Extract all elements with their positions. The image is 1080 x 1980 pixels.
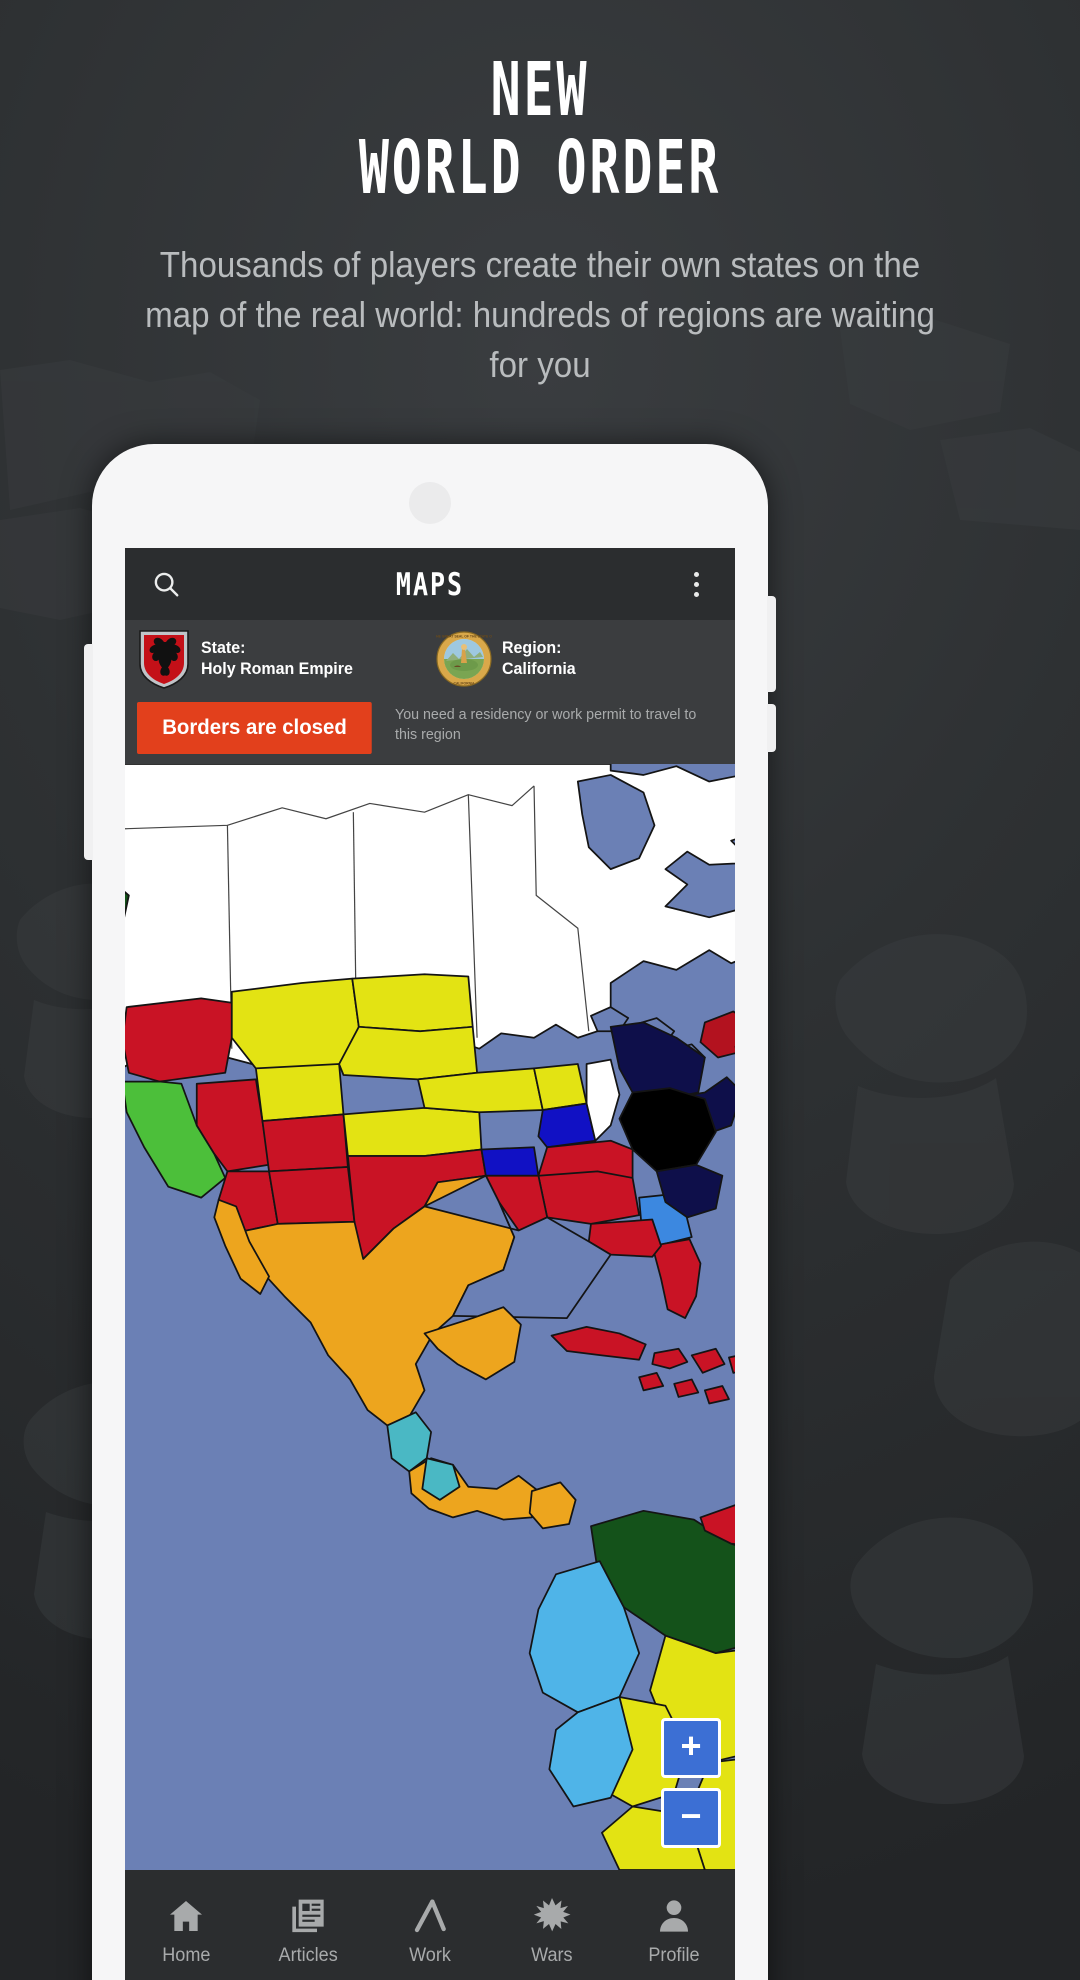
map-viewport[interactable]: + − <box>125 764 735 1870</box>
promo-headline: New World Order <box>0 48 1080 206</box>
nav-item-work[interactable]: Work <box>369 1891 491 1967</box>
promo-page: New World Order Thousands of players cre… <box>0 0 1080 1980</box>
app-screen: Maps <box>125 548 735 1980</box>
phone-power-button <box>767 704 776 752</box>
zoom-in-button[interactable]: + <box>661 1718 721 1778</box>
svg-text:CALIFORNIA: CALIFORNIA <box>454 682 475 686</box>
borders-closed-button[interactable]: Borders are closed <box>137 702 372 754</box>
territory-info-panel: State: Holy Roman Empire THE GREAT SEAL … <box>125 620 735 764</box>
zoom-out-button[interactable]: − <box>661 1788 721 1848</box>
phone-volume-button <box>767 596 776 692</box>
region-label: Region: <box>502 638 562 658</box>
phone-left-side-button <box>84 644 93 860</box>
permit-requirement-note: You need a residency or work permit to t… <box>395 706 697 743</box>
nav-label-work: Work <box>409 1945 451 1966</box>
map-zoom-controls: + − <box>661 1718 721 1848</box>
nav-label-profile: Profile <box>648 1945 700 1966</box>
starburst-icon <box>531 1895 573 1937</box>
headline-line-1: New <box>490 48 590 134</box>
world-map[interactable] <box>125 764 735 1870</box>
phone-camera-dot <box>409 482 451 524</box>
nav-item-profile[interactable]: Profile <box>613 1891 735 1967</box>
phone-mockup: Maps <box>84 444 776 1980</box>
holy-roman-empire-shield-icon <box>139 630 189 689</box>
promo-subtitle: Thousands of players create their own st… <box>145 244 935 385</box>
headline-line-2: World Order <box>358 126 722 212</box>
pickaxe-icon <box>409 1895 451 1937</box>
articles-icon <box>287 1895 329 1937</box>
nav-label-wars: Wars <box>531 1945 573 1966</box>
region-value: California <box>502 659 576 678</box>
person-icon <box>653 1895 695 1937</box>
bottom-navigation-bar: Home Articles Work Wars Profile <box>125 1870 735 1980</box>
svg-text:THE GREAT SEAL OF THE STATE OF: THE GREAT SEAL OF THE STATE OF <box>436 634 492 638</box>
nav-label-articles: Articles <box>278 1945 338 1966</box>
nav-item-home[interactable]: Home <box>125 1891 247 1967</box>
more-vertical-icon[interactable] <box>675 561 717 607</box>
region-info-text: Region: California <box>502 638 580 679</box>
borders-status-row: Borders are closed You need a residency … <box>125 690 735 754</box>
page-title: Maps <box>395 565 465 603</box>
territory-info-row: State: Holy Roman Empire THE GREAT SEAL … <box>125 628 735 690</box>
state-label: State: <box>201 638 246 658</box>
nav-label-home: Home <box>161 1945 211 1966</box>
california-state-seal-icon: THE GREAT SEAL OF THE STATE OF CALIFORNI… <box>436 631 492 687</box>
nav-item-wars[interactable]: Wars <box>491 1891 613 1967</box>
state-info-text: State: Holy Roman Empire <box>201 638 363 679</box>
nav-item-articles[interactable]: Articles <box>247 1891 369 1967</box>
app-bar: Maps <box>125 548 735 620</box>
search-icon[interactable] <box>143 561 189 607</box>
home-icon <box>165 1895 207 1937</box>
state-value: Holy Roman Empire <box>201 659 353 678</box>
region-info-block[interactable]: THE GREAT SEAL OF THE STATE OF CALIFORNI… <box>430 631 723 687</box>
state-info-block[interactable]: State: Holy Roman Empire <box>137 628 430 690</box>
